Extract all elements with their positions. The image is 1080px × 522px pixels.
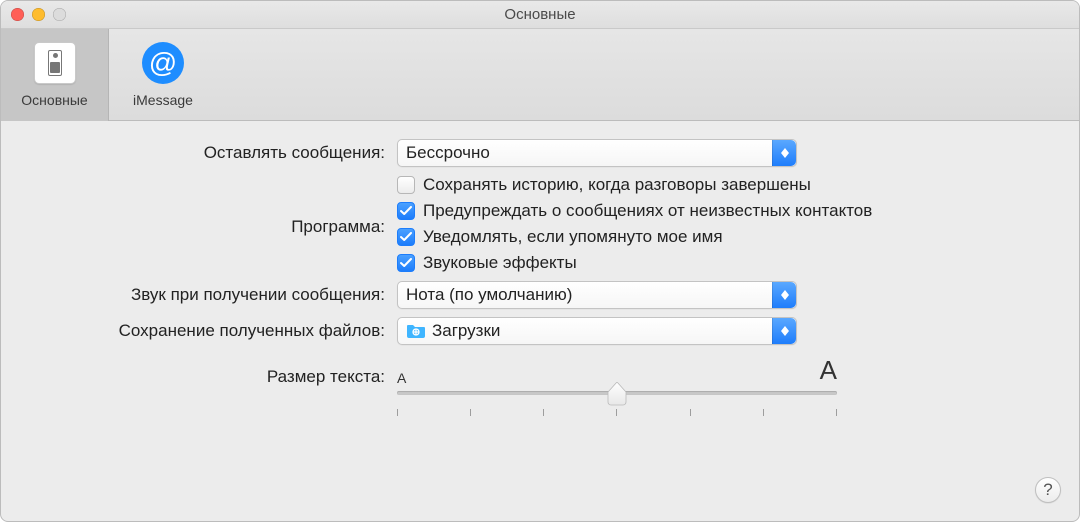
tab-label: Основные [21, 92, 87, 108]
save-files-label: Сохранение полученных файлов: [37, 321, 397, 341]
window-title: Основные [1, 6, 1079, 23]
text-size-small-icon: A [397, 370, 406, 386]
sound-received-label: Звук при получении сообщения: [37, 285, 397, 305]
tab-general[interactable]: Основные [1, 29, 109, 121]
save-files-select[interactable]: Загрузки [397, 317, 797, 345]
folder-icon [406, 323, 426, 339]
tab-label: iMessage [133, 92, 193, 108]
text-size-slider[interactable] [397, 388, 837, 408]
sound-received-select[interactable]: Нота (по умолчанию) [397, 281, 797, 309]
select-stepper-icon [772, 140, 796, 166]
save-history-checkbox[interactable] [397, 176, 415, 194]
select-value: Нота (по умолчанию) [406, 285, 788, 305]
notify-mention-checkbox[interactable] [397, 228, 415, 246]
preferences-window: Основные Основные @ iMessage Оставлять с… [0, 0, 1080, 522]
select-value: Бессрочно [406, 143, 788, 163]
warn-unknown-checkbox[interactable] [397, 202, 415, 220]
general-icon [34, 42, 76, 84]
slider-ticks [397, 409, 837, 416]
checkbox-label: Сохранять историю, когда разговоры завер… [423, 175, 811, 195]
keep-messages-label: Оставлять сообщения: [37, 143, 397, 163]
help-button[interactable]: ? [1035, 477, 1061, 503]
checkbox-label: Предупреждать о сообщениях от неизвестны… [423, 201, 872, 221]
text-size-label: Размер текста: [37, 353, 397, 387]
select-stepper-icon [772, 318, 796, 344]
select-value: Загрузки [432, 321, 788, 341]
text-size-large-icon: A [820, 355, 837, 386]
content-area: Оставлять сообщения: Бессрочно Программа… [1, 121, 1079, 408]
imessage-icon: @ [142, 42, 184, 84]
help-icon: ? [1043, 480, 1052, 500]
select-stepper-icon [772, 282, 796, 308]
slider-thumb[interactable] [607, 382, 627, 411]
keep-messages-select[interactable]: Бессрочно [397, 139, 797, 167]
checkbox-label: Уведомлять, если упомянуто мое имя [423, 227, 723, 247]
preferences-toolbar: Основные @ iMessage [1, 29, 1079, 121]
titlebar: Основные [1, 1, 1079, 29]
tab-imessage[interactable]: @ iMessage [109, 29, 217, 121]
sound-effects-checkbox[interactable] [397, 254, 415, 272]
checkbox-label: Звуковые эффекты [423, 253, 577, 273]
application-label: Программа: [37, 217, 397, 237]
